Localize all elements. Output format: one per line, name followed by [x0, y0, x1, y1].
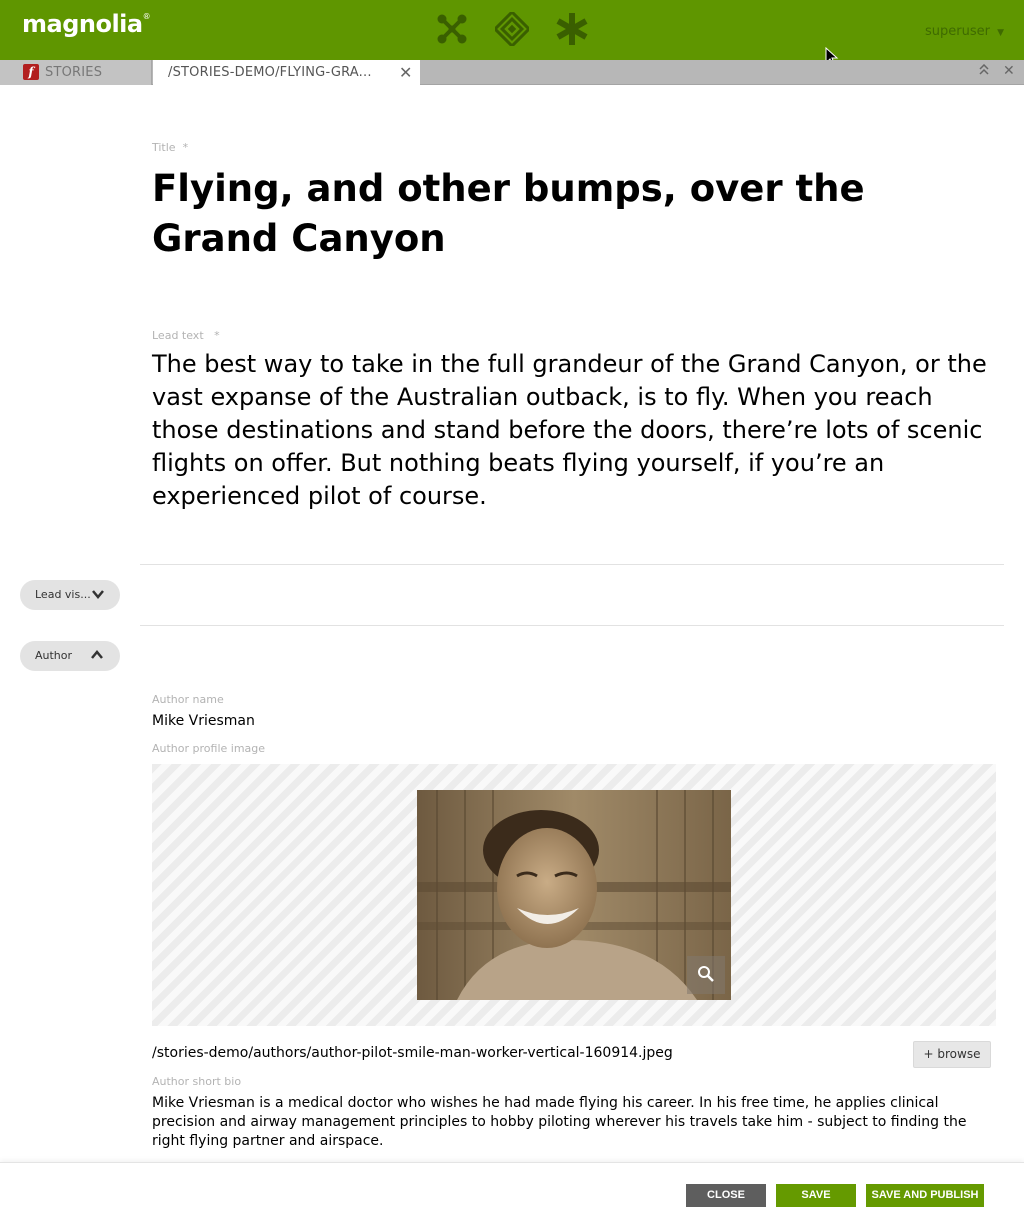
username: superuser: [924, 24, 990, 39]
title-label: Title *: [152, 141, 188, 154]
browse-button[interactable]: + browse: [913, 1041, 991, 1068]
lead-text-label-text: Lead text: [152, 329, 204, 342]
logo-text: magnolia: [22, 10, 143, 38]
author-name-field[interactable]: Mike Vriesman: [152, 713, 255, 729]
pulse-diamond-icon[interactable]: [492, 9, 532, 49]
image-preview-area: [152, 764, 996, 1026]
apps-launcher-icon[interactable]: [435, 12, 469, 46]
close-tab-icon[interactable]: ✕: [399, 63, 412, 82]
chevron-down-icon: [92, 590, 104, 599]
save-button[interactable]: SAVE: [776, 1184, 856, 1207]
title-label-text: Title: [152, 141, 176, 154]
lead-visual-section-toggle[interactable]: Lead vis...: [20, 580, 120, 610]
zoom-preview-button[interactable]: [687, 956, 725, 994]
divider: [140, 625, 1004, 626]
top-bar: magnolia® superuser ▼: [0, 0, 1024, 60]
author-photo: [417, 790, 731, 1000]
image-file-path: /stories-demo/authors/author-pilot-smile…: [152, 1045, 673, 1061]
chevron-up-icon: [91, 650, 103, 659]
lead-visual-label: Lead vis...: [35, 588, 91, 601]
title-field[interactable]: Flying, and other bumps, over the Grand …: [152, 164, 992, 264]
dialog-footer: CLOSE SAVE SAVE AND PUBLISH: [0, 1162, 1024, 1226]
close-button[interactable]: CLOSE: [686, 1184, 766, 1207]
title-required-mark: *: [182, 141, 189, 154]
lead-text-required-mark: *: [214, 329, 220, 342]
lead-text-field[interactable]: The best way to take in the full grandeu…: [152, 348, 1004, 513]
magnolia-logo[interactable]: magnolia®: [22, 10, 151, 38]
chevron-down-icon: ▼: [997, 28, 1004, 38]
magnify-icon: [698, 966, 714, 982]
tab-story-editor-label: /STORIES-DEMO/FLYING-GRA...: [168, 65, 372, 80]
logo-registered-mark: ®: [142, 12, 151, 21]
maximize-icon[interactable]: [979, 63, 989, 80]
author-section-toggle[interactable]: Author: [20, 641, 120, 671]
divider: [140, 564, 1004, 565]
save-and-publish-button[interactable]: SAVE AND PUBLISH: [866, 1184, 984, 1207]
author-bio-label: Author short bio: [152, 1075, 242, 1088]
author-image-label: Author profile image: [152, 742, 266, 755]
stories-app-icon: f: [23, 64, 39, 80]
tab-stories-app[interactable]: f STORIES: [0, 60, 152, 85]
tab-stories-label: STORIES: [45, 65, 103, 80]
close-window-icon[interactable]: ✕: [1003, 63, 1015, 79]
favorites-asterisk-icon[interactable]: [555, 12, 589, 46]
tab-story-editor[interactable]: /STORIES-DEMO/FLYING-GRA... ✕: [153, 60, 420, 86]
tab-bar: f STORIES /STORIES-DEMO/FLYING-GRA... ✕ …: [0, 60, 1024, 86]
author-name-label: Author name: [152, 693, 224, 706]
lead-text-label: Lead text *: [152, 329, 220, 342]
user-menu[interactable]: superuser ▼: [925, 24, 1004, 39]
author-bio-field[interactable]: Mike Vriesman is a medical doctor who wi…: [152, 1094, 1002, 1151]
author-section-label: Author: [35, 649, 73, 662]
